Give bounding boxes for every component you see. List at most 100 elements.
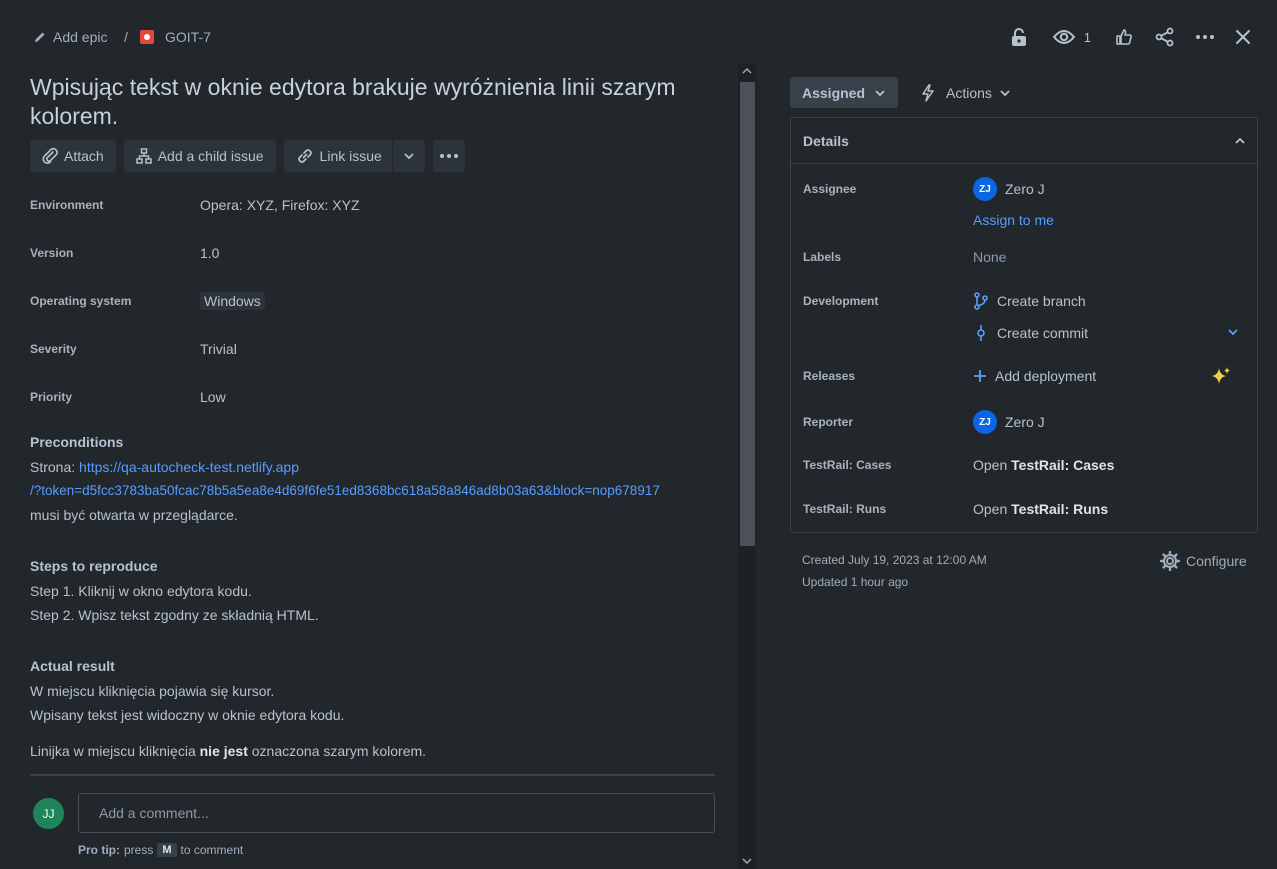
field-severity: Severity Trivial — [30, 339, 710, 359]
details-header[interactable]: Details — [791, 118, 1257, 164]
labels-value[interactable]: None — [973, 249, 1006, 265]
field-value[interactable]: Low — [200, 389, 226, 405]
field-value-tag[interactable]: Windows — [200, 292, 265, 310]
actual-line-3-pre: Linijka w miejscu kliknięcia — [30, 743, 200, 759]
link-issue-button[interactable]: Link issue — [284, 140, 392, 172]
create-branch-label: Create branch — [997, 293, 1086, 309]
avatar: JJ — [33, 798, 64, 829]
actual-line-3-bold: nie jest — [199, 743, 248, 759]
add-child-issue-button[interactable]: Add a child issue — [123, 140, 276, 172]
field-value[interactable]: 1.0 — [200, 245, 219, 261]
reporter-value[interactable]: ZJ Zero J — [973, 410, 1045, 434]
reporter-label: Reporter — [803, 415, 854, 429]
field-label: Operating system — [30, 294, 132, 308]
lock-icon[interactable] — [1011, 24, 1027, 50]
pro-tip-press: press — [124, 843, 154, 857]
branch-icon — [973, 292, 989, 310]
field-label: Version — [30, 246, 74, 260]
actual-line-3: Linijka w miejscu kliknięcia nie jest oz… — [30, 739, 426, 763]
configure-button[interactable]: Configure — [1160, 551, 1247, 571]
testrail-cases-name: TestRail: Cases — [1011, 457, 1115, 473]
testrail-cases-label: TestRail: Cases — [803, 458, 892, 472]
more-actions-button[interactable] — [432, 140, 465, 172]
testrail-runs-link[interactable]: Open TestRail: Runs — [973, 501, 1108, 517]
commit-icon — [973, 324, 989, 342]
bug-icon — [139, 29, 155, 45]
ai-sparkle-icon[interactable] — [1210, 366, 1232, 388]
eye-icon — [1052, 29, 1075, 45]
assignee-value[interactable]: ZJ Zero J — [973, 177, 1045, 201]
chevron-up-icon[interactable] — [1235, 137, 1245, 144]
assignee-row: Assignee ZJ Zero J — [803, 177, 1249, 201]
field-value[interactable]: Trivial — [200, 341, 237, 357]
actual-line-3-post: oznaczona szarym kolorem. — [247, 743, 427, 759]
scroll-down-icon[interactable] — [741, 857, 753, 865]
steps-heading: Steps to reproduce — [30, 558, 158, 574]
testrail-cases-link[interactable]: Open TestRail: Cases — [973, 457, 1114, 473]
preconditions-heading: Preconditions — [30, 434, 124, 450]
create-commit-label: Create commit — [997, 325, 1089, 341]
comment-input[interactable]: Add a comment... — [78, 793, 715, 833]
testrail-runs-label: TestRail: Runs — [803, 502, 887, 516]
testrail-cases-open: Open — [973, 457, 1012, 473]
create-commit-row: Create commit — [803, 324, 1249, 342]
reporter-avatar: ZJ — [973, 410, 997, 434]
preconditions-url-2[interactable]: /?token=d5fcc3783ba50fcac78b5a5ea8e4d69f… — [30, 479, 720, 503]
chevron-down-icon — [1000, 89, 1010, 96]
link-issue-dropdown[interactable] — [393, 140, 425, 172]
status-dropdown[interactable]: Assigned — [790, 77, 898, 108]
add-epic-link[interactable]: Add epic — [33, 29, 107, 45]
field-priority: Priority Low — [30, 387, 710, 407]
field-version: Version 1.0 — [30, 243, 710, 263]
issue-key-link[interactable]: GOIT-7 — [139, 29, 211, 45]
scroll-up-icon[interactable] — [741, 67, 753, 75]
actions-dropdown[interactable]: Actions — [920, 77, 1010, 108]
development-expand-icon[interactable] — [1228, 329, 1238, 335]
add-deployment-link[interactable]: Add deployment — [973, 368, 1096, 384]
development-label: Development — [803, 294, 879, 308]
like-icon[interactable] — [1115, 24, 1133, 50]
watch-button[interactable]: 1 — [1052, 24, 1091, 50]
labels-label: Labels — [803, 250, 842, 264]
issue-title[interactable]: Wpisując tekst w oknie edytora brakuje w… — [30, 73, 720, 131]
assignee-avatar: ZJ — [973, 177, 997, 201]
step-2: Step 2. Wpisz tekst zgodny ze składnią H… — [30, 607, 319, 623]
status-label: Assigned — [802, 84, 866, 101]
link-issue-label: Link issue — [319, 148, 382, 164]
assignee-name: Zero J — [1005, 181, 1045, 197]
reporter-row: Reporter ZJ Zero J — [803, 410, 1249, 434]
gear-icon — [1160, 551, 1180, 571]
created-date: Created July 19, 2023 at 12:00 AM — [802, 553, 987, 567]
releases-label: Releases — [803, 369, 856, 383]
field-label: Priority — [30, 390, 73, 404]
actual-line-2: Wpisany tekst jest widoczny w oknie edyt… — [30, 707, 345, 723]
create-branch-link[interactable]: Create branch — [973, 292, 1086, 310]
plus-icon — [973, 369, 987, 383]
link-issue-button-group: Link issue — [283, 140, 425, 172]
issue-key: GOIT-7 — [165, 29, 211, 45]
create-commit-link[interactable]: Create commit — [973, 324, 1088, 342]
comment-placeholder: Add a comment... — [99, 805, 209, 821]
issue-toolbar: Attach Add a child issue Link issue — [30, 140, 465, 172]
attach-button[interactable]: Attach — [30, 140, 116, 172]
preconditions-url-1[interactable]: https://qa-autocheck-test.netlify.app — [79, 459, 299, 475]
preconditions-text: Strona: https://qa-autocheck-test.netlif… — [30, 455, 720, 527]
testrail-runs-name: TestRail: Runs — [1011, 501, 1109, 517]
assign-to-me-link[interactable]: Assign to me — [973, 212, 1054, 228]
close-icon[interactable] — [1235, 24, 1251, 50]
add-epic-label: Add epic — [53, 29, 108, 45]
chevron-down-icon — [875, 89, 885, 96]
actual-line-1: W miejscu kliknięcia pojawia się kursor. — [30, 683, 275, 699]
attach-label: Attach — [64, 148, 104, 164]
more-options-icon[interactable] — [1195, 24, 1215, 50]
updated-date: Updated 1 hour ago — [802, 575, 909, 589]
scrollbar-thumb[interactable] — [740, 82, 755, 546]
actual-result-text: W miejscu kliknięcia pojawia się kursor.… — [30, 679, 344, 727]
comment-divider — [30, 774, 715, 776]
actual-result-heading: Actual result — [30, 658, 115, 674]
top-bar: Add epic / GOIT-7 1 — [0, 0, 1277, 72]
field-value[interactable]: Opera: XYZ, Firefox: XYZ — [200, 197, 360, 213]
share-icon[interactable] — [1155, 24, 1175, 50]
preconditions-prefix: Strona: — [30, 459, 80, 475]
assignee-label: Assignee — [803, 182, 857, 196]
